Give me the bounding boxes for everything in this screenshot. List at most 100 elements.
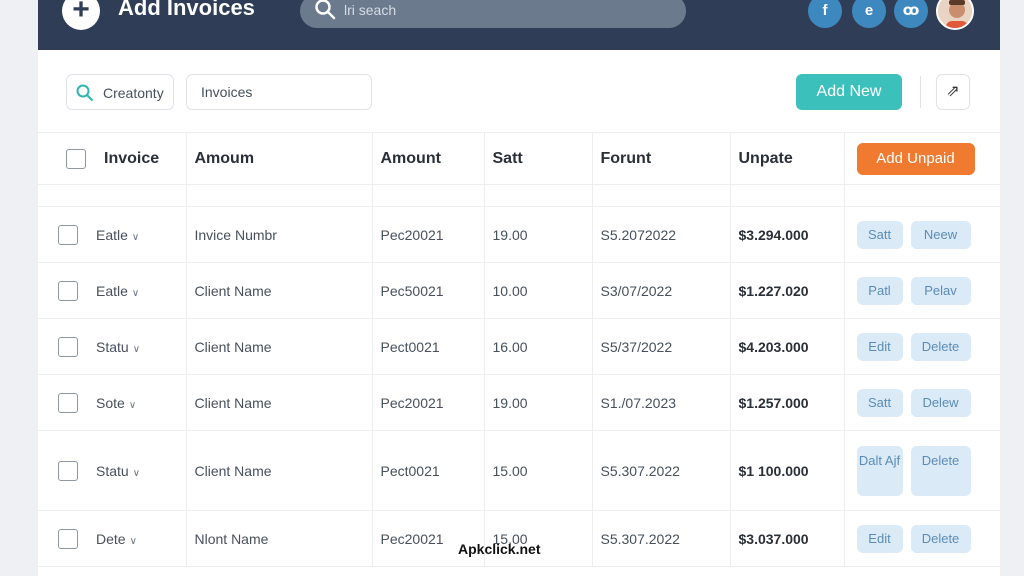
header-col: Unpate	[730, 132, 845, 185]
chevron-down-icon: ∨	[131, 287, 140, 299]
status-select[interactable]: Dete ∨	[96, 531, 137, 547]
client-cell: Client Name	[186, 262, 373, 319]
table-spacer	[38, 184, 1000, 207]
date-cell: S5/37/2022	[592, 318, 731, 375]
header-col: Amount	[372, 132, 485, 185]
table-header-row: Invoice Amoum Amount Satt Forunt Unpate …	[38, 132, 1000, 185]
header-col: Satt	[484, 132, 593, 185]
filter-button[interactable]: Creatonty	[66, 74, 174, 110]
top-bar: + Add Invoices f e ꝏ	[38, 0, 1000, 50]
client-cell: Nlont Name	[186, 510, 373, 567]
amount-cell: $3.037.000	[730, 510, 845, 567]
qty-cell: 10.00	[484, 262, 593, 319]
row-delete-button[interactable]: Delete	[910, 524, 971, 553]
select-all-checkbox[interactable]	[66, 148, 86, 169]
date-cell: S3/07/2022	[592, 262, 731, 319]
add-new-button[interactable]: Add New	[796, 74, 902, 110]
actions-cell: Satt Delew	[844, 374, 1000, 431]
table-row[interactable]: Sote ∨ Client Name Pec20021 19.00 S1./07.2023…	[38, 374, 1000, 431]
chevron-down-icon: ∨	[128, 399, 137, 411]
table-row[interactable]: Statu ∨ Client Name Pect0021 15.00 S5.307.202…	[38, 430, 1000, 511]
chevron-down-icon: ∨	[131, 231, 140, 243]
table-row[interactable]: Statu ∨ Client Name Pect0021 16.00 S5/37/2022…	[38, 318, 1000, 375]
edge-icon[interactable]: e	[852, 0, 886, 28]
facebook-icon[interactable]: f	[808, 0, 842, 28]
row-action-button[interactable]: Edit	[856, 332, 903, 361]
amount-cell: $1 100.000	[730, 430, 845, 511]
link-icon[interactable]: ꝏ	[894, 0, 928, 28]
add-unpaid-button[interactable]: Add Unpaid	[856, 142, 975, 175]
client-cell: Client Name	[186, 318, 373, 375]
status-select[interactable]: Statu ∨	[96, 339, 140, 355]
qty-cell: 19.00	[484, 374, 593, 431]
qty-cell: 15.00	[484, 430, 593, 511]
row-action-button[interactable]: Satt	[856, 220, 903, 249]
category-field[interactable]: Invoices	[186, 74, 372, 110]
status-select[interactable]: Eatle ∨	[96, 227, 139, 243]
search-input[interactable]	[344, 0, 664, 22]
row-checkbox[interactable]	[58, 224, 78, 245]
status-cell: Eatle ∨	[38, 206, 187, 263]
row-delete-button[interactable]: Delete	[910, 445, 971, 496]
chevron-down-icon: ∨	[129, 535, 137, 547]
code-cell: Pec20021	[372, 374, 485, 431]
row-checkbox[interactable]	[58, 280, 78, 301]
actions-cell: Edit Delete	[844, 510, 1000, 567]
page-title: Add Invoices	[118, 0, 255, 20]
client-cell: Client Name	[186, 430, 373, 511]
status-select[interactable]: Statu ∨	[96, 463, 140, 479]
qty-cell: 16.00	[484, 318, 593, 375]
client-cell: Client Name	[186, 374, 373, 431]
client-cell: Invice Numbr	[186, 206, 373, 263]
filter-label: Creatonty	[103, 85, 164, 101]
amount-cell: $1.257.000	[730, 374, 845, 431]
row-action-button[interactable]: Edit	[856, 524, 903, 553]
row-delete-button[interactable]: Delew	[910, 388, 971, 417]
header-invoice: Invoice	[38, 132, 187, 185]
row-checkbox[interactable]	[58, 392, 78, 413]
row-delete-button[interactable]: Pelav	[910, 276, 971, 305]
chevron-down-icon: ∨	[132, 467, 141, 479]
search-bar[interactable]	[300, 0, 686, 28]
code-cell: Pec20021	[372, 206, 485, 263]
status-cell: Eatle ∨	[38, 262, 187, 319]
app-window: + Add Invoices f e ꝏ Creatonty Invoices …	[38, 0, 1000, 576]
amount-cell: $1.227.020	[730, 262, 845, 319]
plus-icon[interactable]: +	[62, 0, 100, 30]
row-action-button[interactable]: Dalt Ajf	[856, 445, 903, 496]
chevron-down-icon: ∨	[132, 343, 141, 355]
search-icon	[75, 83, 95, 106]
table-row[interactable]: Dete ∨ Nlont Name Pec20021 15.00 S5.307.2022 $…	[38, 510, 1000, 567]
row-action-button[interactable]: Patl	[856, 276, 903, 305]
actions-cell: Satt Neew	[844, 206, 1000, 263]
date-cell: S5.2072022	[592, 206, 731, 263]
row-action-button[interactable]: Satt	[856, 388, 903, 417]
row-delete-button[interactable]: Delete	[910, 332, 971, 361]
status-cell: Sote ∨	[38, 374, 187, 431]
invoice-table: Invoice Amoum Amount Satt Forunt Unpate …	[38, 132, 1000, 567]
date-cell: S5.307.2022	[592, 430, 731, 511]
row-delete-button[interactable]: Neew	[910, 220, 971, 249]
avatar[interactable]	[936, 0, 974, 30]
table-row[interactable]: Eatle ∨ Invice Numbr Pec20021 19.00 S5.207202…	[38, 206, 1000, 263]
code-cell: Pect0021	[372, 430, 485, 511]
qty-cell: 19.00	[484, 206, 593, 263]
export-icon[interactable]: ⇗	[936, 74, 970, 110]
qty-cell: 15.00	[484, 510, 593, 567]
status-select[interactable]: Eatle ∨	[96, 283, 139, 299]
actions-cell: Patl Pelav	[844, 262, 1000, 319]
date-cell: S5.307.2022	[592, 510, 731, 567]
toolbar: Creatonty Invoices Add New ⇗	[38, 74, 1000, 112]
status-cell: Dete ∨	[38, 510, 187, 567]
header-actions: Add Unpaid	[844, 132, 1000, 185]
row-checkbox[interactable]	[58, 336, 78, 357]
watermark: Apkclick.net	[458, 541, 541, 557]
actions-cell: Edit Delete	[844, 318, 1000, 375]
row-checkbox[interactable]	[58, 528, 78, 549]
search-icon	[314, 0, 336, 25]
header-col: Amoum	[186, 132, 373, 185]
table-row[interactable]: Eatle ∨ Client Name Pec50021 10.00 S3/07/2022…	[38, 262, 1000, 319]
code-cell: Pect0021	[372, 318, 485, 375]
status-select[interactable]: Sote ∨	[96, 395, 136, 411]
row-checkbox[interactable]	[58, 460, 78, 481]
